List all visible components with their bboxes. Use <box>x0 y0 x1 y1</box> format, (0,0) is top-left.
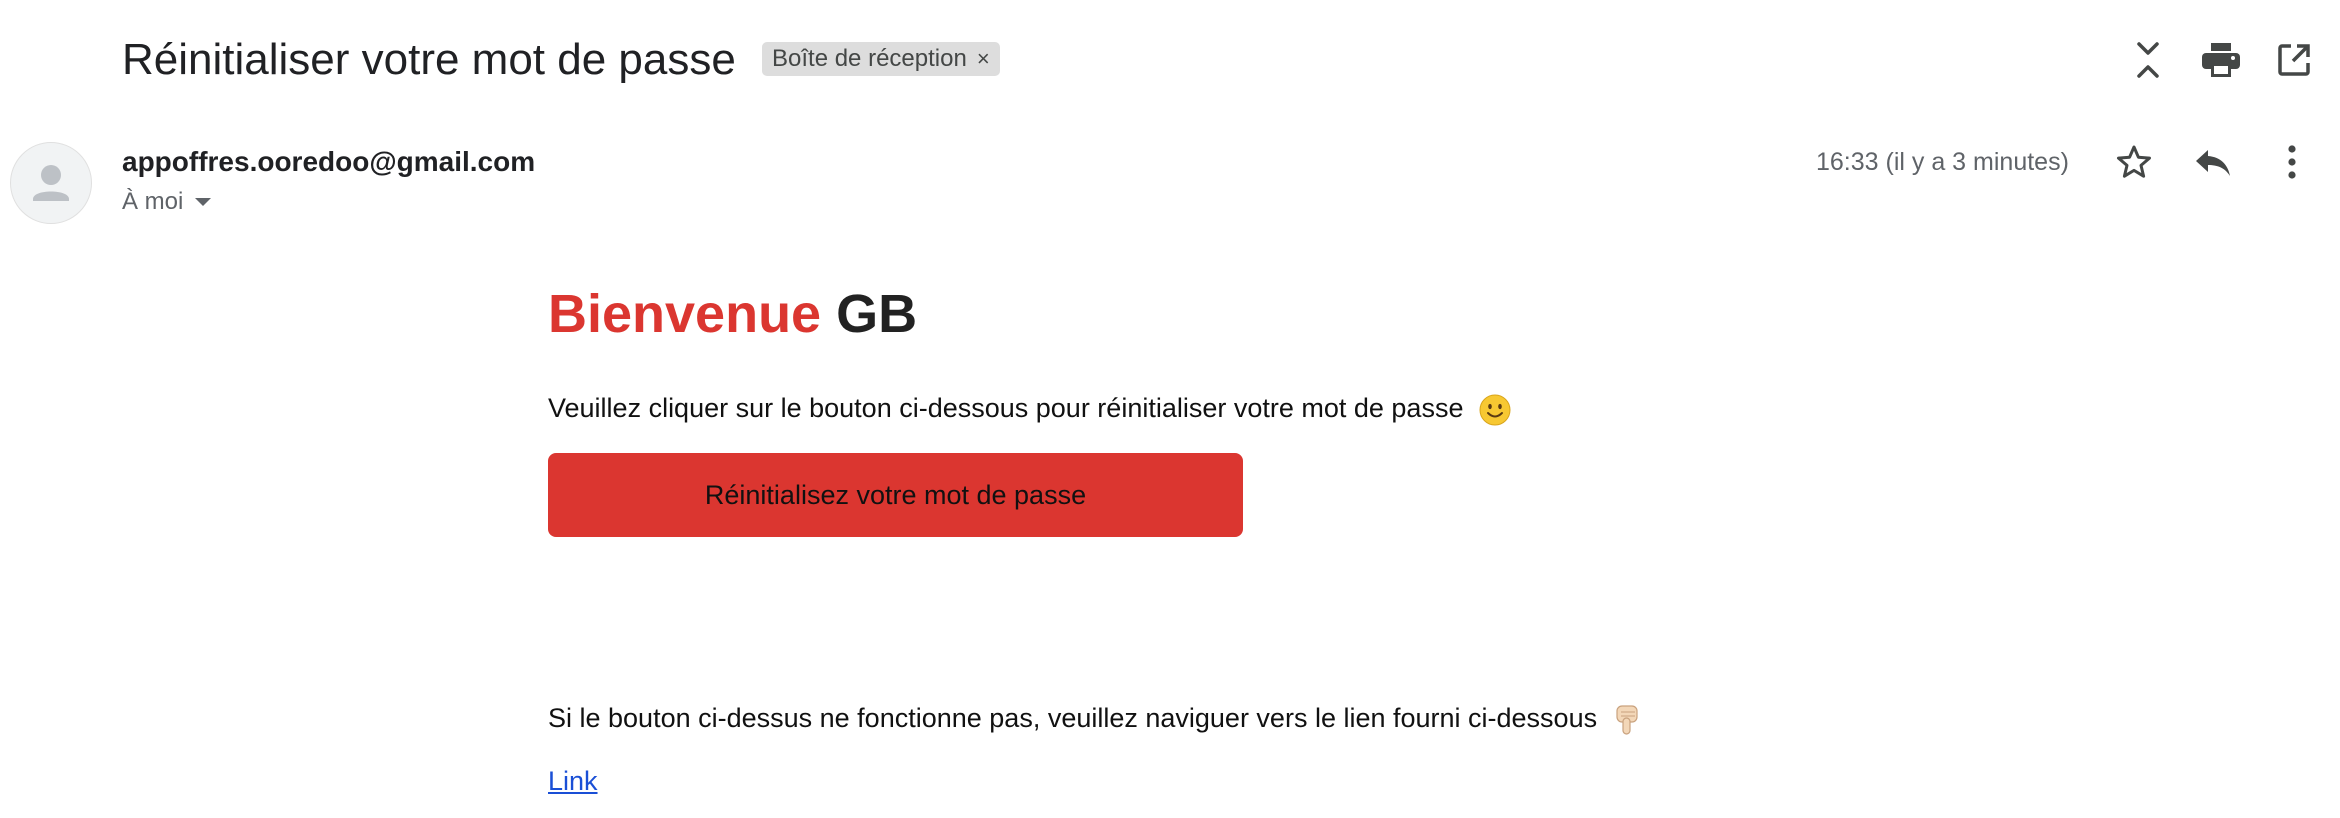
instruction-text: Veuillez cliquer sur le bouton ci-dessou… <box>548 393 1464 423</box>
caret-down-icon <box>195 198 212 206</box>
recipient-details-toggle[interactable]: À moi <box>122 188 212 216</box>
open-in-new-window-icon[interactable] <box>2274 40 2314 80</box>
greeting-heading: Bienvenue GB <box>548 282 917 346</box>
instruction-paragraph: Veuillez cliquer sur le bouton ci-dessou… <box>548 390 1511 426</box>
greeting-name: GB <box>836 284 918 344</box>
reply-icon[interactable] <box>2192 144 2234 182</box>
pointing-down-hand-icon <box>1616 705 1638 735</box>
greeting-word: Bienvenue <box>548 284 822 344</box>
reset-password-button[interactable]: Réinitialisez votre mot de passe <box>548 453 1243 537</box>
sender-avatar[interactable] <box>10 142 92 224</box>
inbox-label-text: Boîte de réception <box>772 45 967 72</box>
recipient-label: À moi <box>122 188 184 215</box>
person-icon <box>33 165 69 201</box>
sender-email[interactable]: appoffres.ooredoo@gmail.com <box>122 146 535 178</box>
print-icon[interactable] <box>2200 40 2242 80</box>
fallback-text: Si le bouton ci-dessus ne fonctionne pas… <box>548 703 1598 733</box>
email-subject: Réinitialiser votre mot de passe <box>122 35 736 84</box>
inbox-label-chip[interactable]: Boîte de réception × <box>762 42 1000 76</box>
more-vert-icon[interactable] <box>2280 142 2304 182</box>
collapse-all-icon[interactable] <box>2130 36 2166 84</box>
remove-label-icon[interactable]: × <box>977 48 990 70</box>
message-timestamp: 16:33 (il y a 3 minutes) <box>1816 148 2069 176</box>
fallback-link[interactable]: Link <box>548 766 598 797</box>
star-icon[interactable] <box>2114 142 2154 182</box>
smiling-face-icon <box>1479 394 1511 426</box>
fallback-paragraph: Si le bouton ci-dessus ne fonctionne pas… <box>548 700 1643 736</box>
